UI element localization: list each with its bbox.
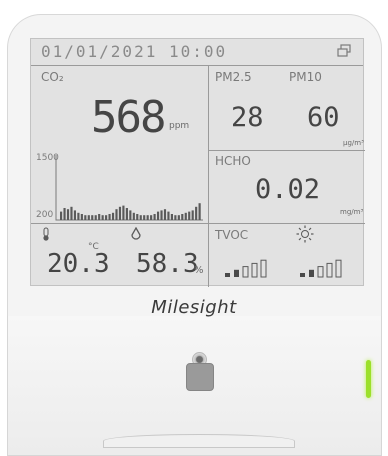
co2-history-bar (153, 214, 156, 220)
divider (208, 150, 365, 151)
co2-history-bar (63, 208, 66, 220)
tvoc-level-bar (251, 262, 258, 278)
pm-unit: µg/m³ (343, 139, 364, 147)
light-level-bar (335, 259, 342, 278)
co2-history-bar (66, 209, 70, 220)
light-level-bar (326, 262, 333, 278)
pm25-label: PM2.5 (215, 70, 252, 84)
co2-history-bar (191, 210, 194, 220)
light-level-bar (317, 266, 324, 278)
co2-history-bar (198, 203, 201, 220)
light-level-indicator (300, 259, 342, 278)
light-level-bar (300, 273, 305, 277)
tvoc-level-bar (234, 269, 239, 277)
tvoc-level-bar (242, 266, 249, 278)
thermometer-icon (43, 227, 49, 241)
co2-history-bar (73, 210, 77, 220)
light-level-bar (309, 269, 314, 277)
co2-history-bar (174, 215, 177, 220)
divider (31, 223, 208, 224)
tvoc-level-indicator (225, 259, 267, 278)
co2-history-bar (170, 214, 173, 220)
co2-history-bar (167, 211, 170, 220)
co2-history-bar (129, 210, 132, 220)
co2-history-bar (118, 206, 122, 220)
brand-logo: Milesight (0, 297, 388, 318)
tvoc-level-bar (225, 273, 230, 277)
droplet-icon (131, 227, 141, 240)
window-icon (337, 44, 351, 57)
pm25-value: 28 (231, 102, 264, 133)
co2-history-bar (108, 214, 111, 220)
co2-chart-axis (55, 155, 203, 221)
co2-history-bar (77, 212, 80, 220)
co2-history-bar (115, 209, 118, 220)
co2-history-bar (87, 215, 90, 220)
co2-chart-min: 200 (36, 210, 54, 220)
divider (208, 223, 365, 224)
co2-history-bar (122, 205, 125, 220)
device-button[interactable] (186, 363, 214, 391)
lcd-screen: 01/01/2021 10:00 CO₂ 568 ppm 1500 200 PM… (30, 38, 365, 287)
status-bar: 01/01/2021 10:00 (31, 39, 363, 66)
status-led (366, 360, 371, 398)
co2-history-bar (105, 215, 108, 220)
co2-history-bar (156, 211, 160, 220)
co2-history-bar (84, 215, 87, 220)
tvoc-label: TVOC (215, 228, 249, 242)
co2-history-bar (111, 212, 115, 220)
co2-history-bar (160, 210, 163, 220)
co2-history-chart (55, 155, 203, 221)
co2-value: 568 (91, 92, 166, 143)
co2-label: CO₂ (41, 70, 64, 84)
humidity-value: 58.3 (136, 249, 199, 279)
hcho-unit: mg/m³ (340, 208, 364, 216)
device-base (103, 434, 295, 448)
temperature-value: 20.3 (47, 249, 110, 279)
co2-history-bar (91, 215, 94, 220)
co2-history-bar (150, 215, 153, 220)
co2-history-bar (80, 214, 83, 220)
humidity-unit: % (194, 265, 204, 276)
co2-history-bar (60, 211, 63, 220)
co2-history-bar (163, 209, 167, 220)
hcho-value: 0.02 (255, 174, 321, 205)
hcho-label: HCHO (215, 154, 251, 168)
co2-history-bar (101, 215, 104, 220)
co2-history-bar (70, 206, 73, 220)
tvoc-level-bar (260, 259, 267, 278)
brand-logo-text: Milesight (151, 297, 237, 318)
co2-history-bar (136, 214, 139, 220)
co2-history-bar (195, 206, 198, 220)
co2-history-bar (181, 214, 184, 220)
co2-history-bar (188, 211, 191, 220)
pm10-value: 60 (307, 102, 340, 133)
divider (208, 65, 209, 287)
co2-history-bar (98, 214, 101, 220)
co2-history-bar (132, 212, 135, 220)
co2-history-bar (143, 215, 146, 220)
co2-history-bar (139, 215, 142, 220)
co2-history-bar (146, 215, 149, 220)
datetime-display: 01/01/2021 10:00 (41, 42, 228, 61)
co2-unit: ppm (169, 121, 190, 131)
co2-history-bar (177, 215, 180, 220)
sun-icon (296, 225, 314, 243)
co2-history-bar (125, 208, 128, 220)
co2-history-bar (184, 212, 187, 220)
co2-history-bar (94, 215, 97, 220)
pm10-label: PM10 (289, 70, 322, 84)
